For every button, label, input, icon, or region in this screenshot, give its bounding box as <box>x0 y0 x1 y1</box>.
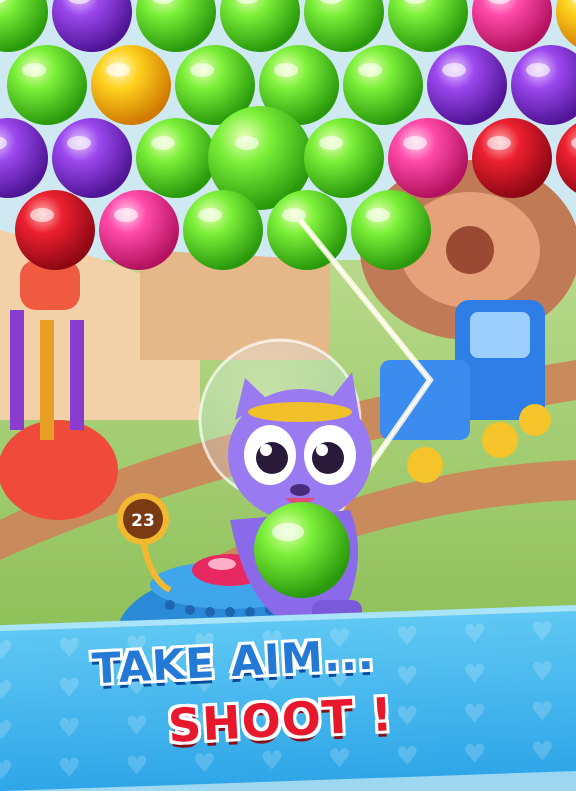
bubble-shine <box>22 63 46 77</box>
yellow-bubble <box>91 45 171 125</box>
bubble-shine <box>151 136 175 150</box>
bubble-shine <box>114 208 138 222</box>
bubble-shine <box>526 63 550 77</box>
loaded-bubble-shine <box>272 523 304 541</box>
green-bubble <box>136 118 216 198</box>
bubble-shine <box>366 208 390 222</box>
bubble-shine <box>30 208 54 222</box>
pink-bubble <box>388 118 468 198</box>
bubble-shine <box>487 136 511 150</box>
loaded-bubble[interactable] <box>254 502 350 598</box>
bubble-shine <box>67 136 91 150</box>
bubble-shine <box>198 208 222 222</box>
bubble-shine <box>274 63 298 77</box>
instruction-banner: ♥ ♥ ♥ ♥ ♥ ♥ ♥ ♥ ♥ ♥ ♥ ♥ ♥ ♥ ♥ ♥ ♥ ♥ ♥ ♥ … <box>0 604 576 791</box>
red-bubble <box>15 190 95 270</box>
red-bubble <box>472 118 552 198</box>
bubble-shine <box>403 136 427 150</box>
green-bubble <box>7 45 87 125</box>
bubble-shine <box>106 63 130 77</box>
green-bubble <box>304 118 384 198</box>
bubble-shine <box>235 136 259 150</box>
bubble-shine <box>190 63 214 77</box>
pink-bubble <box>99 190 179 270</box>
bubble-shine <box>442 63 466 77</box>
purple-bubble <box>427 45 507 125</box>
green-bubble <box>183 190 263 270</box>
bubble-shine <box>358 63 382 77</box>
purple-bubble <box>52 118 132 198</box>
green-bubble <box>351 190 431 270</box>
green-bubble <box>343 45 423 125</box>
shots-remaining-count: 23 <box>131 511 155 531</box>
bubble-shine <box>319 136 343 150</box>
